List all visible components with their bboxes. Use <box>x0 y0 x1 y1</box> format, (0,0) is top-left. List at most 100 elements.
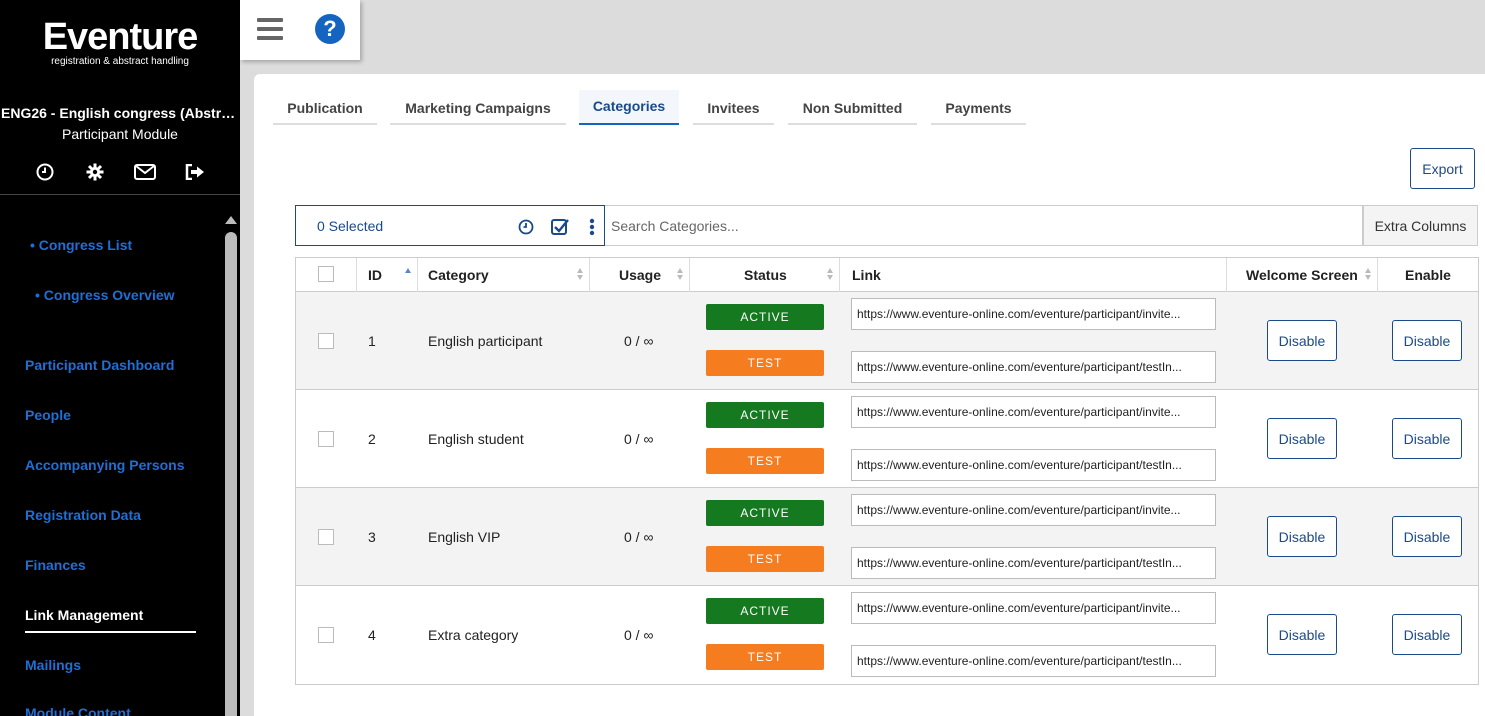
welcome-disable-button[interactable]: Disable <box>1267 614 1337 655</box>
nav-item-participant-dashboard[interactable]: Participant Dashboard <box>25 357 174 373</box>
sign-out-icon[interactable] <box>183 160 207 184</box>
status-badge-active: ACTIVE <box>706 500 824 526</box>
check-square-icon[interactable] <box>551 218 569 236</box>
cell-category: English student <box>428 431 524 447</box>
nav-item-link-management[interactable]: Link Management <box>25 607 143 623</box>
welcome-disable-button[interactable]: Disable <box>1267 516 1337 557</box>
status-badge-test: TEST <box>706 448 824 474</box>
header-link-label: Link <box>852 267 881 283</box>
welcome-disable-button[interactable]: Disable <box>1267 418 1337 459</box>
header-id-label: ID <box>368 267 382 283</box>
nav-item-registration-data[interactable]: Registration Data <box>25 507 141 523</box>
gear-icon[interactable] <box>83 160 107 184</box>
row-checkbox[interactable] <box>318 431 334 447</box>
clock-icon[interactable] <box>517 218 535 236</box>
header-usage-label: Usage <box>619 267 662 283</box>
cell-id: 2 <box>368 431 376 447</box>
tab-publication[interactable]: Publication <box>273 90 377 125</box>
invite-link-field[interactable]: https://www.eventure-online.com/eventure… <box>851 298 1216 330</box>
sidebar-scrollbar[interactable] <box>222 212 240 716</box>
menu-icon[interactable] <box>257 18 283 40</box>
cell-category: English participant <box>428 333 543 349</box>
cell-usage: 0 / ∞ <box>624 529 654 545</box>
header-link: Link <box>840 258 1227 292</box>
categories-table: ID Category Usage Status Link Welcome Sc… <box>295 257 1479 685</box>
scroll-up-icon[interactable] <box>225 216 237 224</box>
export-button[interactable]: Export <box>1410 148 1475 189</box>
sidebar: Eventure registration & abstract handlin… <box>0 0 240 716</box>
row-checkbox[interactable] <box>318 529 334 545</box>
logo-tagline: registration & abstract handling <box>51 56 189 67</box>
selection-box: 0 Selected <box>295 205 605 246</box>
tab-invitees[interactable]: Invitees <box>693 90 774 125</box>
test-link-field[interactable]: https://www.eventure-online.com/eventure… <box>851 351 1216 383</box>
table-row: 4 Extra category 0 / ∞ ACTIVE TEST https… <box>296 586 1478 684</box>
logo[interactable]: Eventure registration & abstract handlin… <box>0 18 240 67</box>
mail-icon[interactable] <box>133 160 157 184</box>
row-checkbox[interactable] <box>318 627 334 643</box>
help-icon[interactable]: ? <box>315 14 345 44</box>
tab-payments[interactable]: Payments <box>931 90 1026 125</box>
cell-category: Extra category <box>428 627 519 643</box>
status-badge-test: TEST <box>706 350 824 376</box>
more-vertical-icon[interactable] <box>583 218 601 236</box>
tab-categories[interactable]: Categories <box>579 90 679 125</box>
extra-columns-button[interactable]: Extra Columns <box>1363 205 1478 246</box>
table-row: 1 English participant 0 / ∞ ACTIVE TEST … <box>296 292 1478 390</box>
sort-icon <box>577 268 583 280</box>
enable-disable-button[interactable]: Disable <box>1392 418 1462 459</box>
sort-icon <box>1365 268 1371 280</box>
header-select <box>296 258 357 292</box>
tab-marketing-campaigns[interactable]: Marketing Campaigns <box>390 90 566 125</box>
header-enable-label: Enable <box>1405 267 1451 283</box>
row-checkbox[interactable] <box>318 333 334 349</box>
status-badge-active: ACTIVE <box>706 598 824 624</box>
test-link-field[interactable]: https://www.eventure-online.com/eventure… <box>851 645 1216 677</box>
header-usage[interactable]: Usage <box>590 258 690 292</box>
scrollbar-thumb[interactable] <box>225 232 237 716</box>
invite-link-field[interactable]: https://www.eventure-online.com/eventure… <box>851 494 1216 526</box>
search-input[interactable] <box>605 205 1363 246</box>
status-badge-test: TEST <box>706 546 824 572</box>
top-toolbar: ? <box>240 0 360 60</box>
cell-usage: 0 / ∞ <box>624 627 654 643</box>
sort-icon <box>827 268 833 280</box>
logo-name: Eventure <box>42 16 199 58</box>
enable-disable-button[interactable]: Disable <box>1392 614 1462 655</box>
nav-item-accompanying-persons[interactable]: Accompanying Persons <box>25 457 185 473</box>
welcome-disable-button[interactable]: Disable <box>1267 320 1337 361</box>
clock-icon[interactable] <box>33 160 57 184</box>
invite-link-field[interactable]: https://www.eventure-online.com/eventure… <box>851 592 1216 624</box>
header-enable: Enable <box>1378 258 1480 292</box>
tab-non-submitted[interactable]: Non Submitted <box>788 90 917 125</box>
invite-link-field[interactable]: https://www.eventure-online.com/eventure… <box>851 396 1216 428</box>
header-id[interactable]: ID <box>357 258 418 292</box>
nav-item-people[interactable]: People <box>25 407 71 423</box>
sort-ascending-icon <box>405 268 411 280</box>
module-name: Participant Module <box>62 126 178 142</box>
header-welcome-screen[interactable]: Welcome Screen <box>1227 258 1378 292</box>
nav-item-finances[interactable]: Finances <box>25 557 86 573</box>
main-panel: Publication Marketing Campaigns Categori… <box>254 74 1485 716</box>
sort-icon <box>677 268 683 280</box>
nav-item-mailings[interactable]: Mailings <box>25 657 81 673</box>
table-header: ID Category Usage Status Link Welcome Sc… <box>296 258 1478 292</box>
header-category[interactable]: Category <box>418 258 590 292</box>
test-link-field[interactable]: https://www.eventure-online.com/eventure… <box>851 547 1216 579</box>
nav-item-congress-overview[interactable]: • Congress Overview <box>35 287 175 303</box>
select-all-checkbox[interactable] <box>318 266 334 282</box>
table-row: 3 English VIP 0 / ∞ ACTIVE TEST https://… <box>296 488 1478 586</box>
enable-disable-button[interactable]: Disable <box>1392 516 1462 557</box>
nav-active-underline <box>25 631 196 633</box>
nav-item-congress-list[interactable]: • Congress List <box>30 237 132 253</box>
status-badge-test: TEST <box>706 644 824 670</box>
cell-usage: 0 / ∞ <box>624 333 654 349</box>
nav-item-module-content[interactable]: Module Content <box>25 705 131 716</box>
header-status-label: Status <box>744 267 787 283</box>
header-status[interactable]: Status <box>690 258 840 292</box>
test-link-field[interactable]: https://www.eventure-online.com/eventure… <box>851 449 1216 481</box>
congress-title: ENG26 - English congress (Abstract... <box>1 105 240 121</box>
header-welcome-label: Welcome Screen <box>1246 267 1358 283</box>
enable-disable-button[interactable]: Disable <box>1392 320 1462 361</box>
selected-count: 0 Selected <box>317 218 384 234</box>
